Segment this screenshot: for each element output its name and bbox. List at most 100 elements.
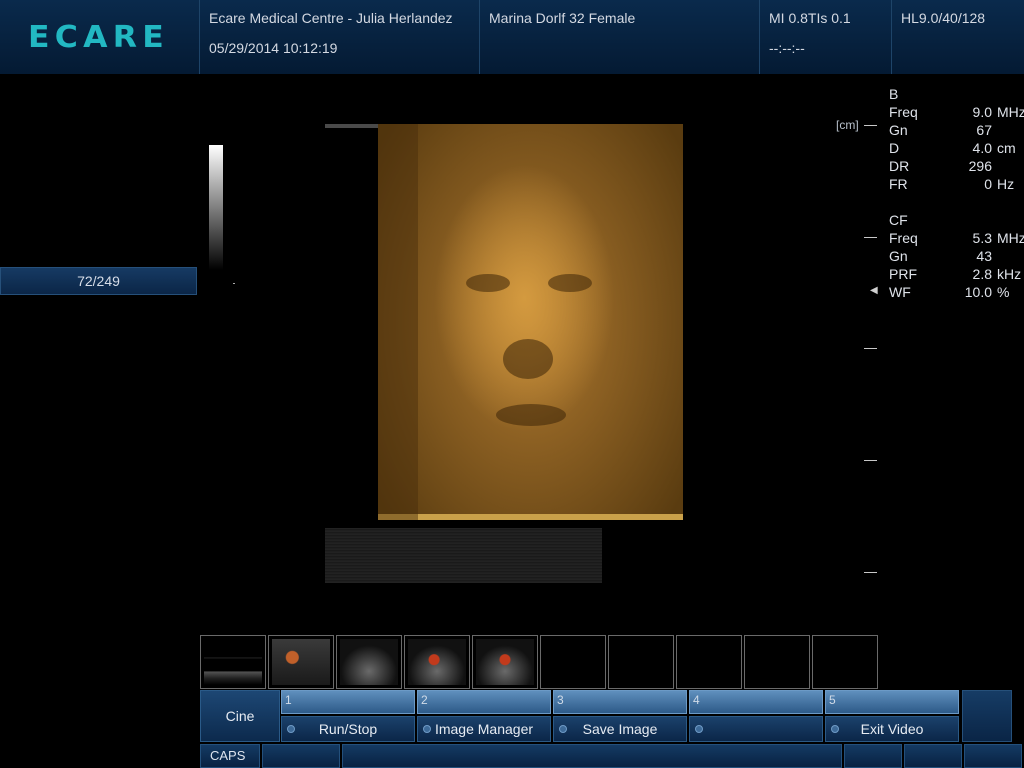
param-row: WF 10.0%	[889, 283, 1019, 301]
imaging-parameters: B Freq 9.0 MHz Gn 67 D 4.0 cm DR 296 FR 0 Hz CF …	[889, 85, 1024, 301]
softkey-empty[interactable]: 4	[689, 690, 825, 742]
knob-indicator-icon	[559, 725, 567, 733]
param-value: 4.0	[972, 140, 992, 156]
exit-video-button[interactable]: Exit Video	[825, 716, 959, 742]
param-row: Freq 9.0 MHz	[889, 103, 1024, 121]
thumbnail[interactable]	[404, 635, 470, 689]
status-cell	[844, 744, 902, 768]
param-key: Gn	[889, 248, 908, 264]
param-row: DR 296	[889, 157, 1019, 175]
param-value: 43	[976, 248, 992, 264]
param-spacer	[889, 193, 1019, 211]
depth-tick	[864, 572, 877, 573]
thumbnail-image	[204, 639, 262, 685]
softkey-exit-video[interactable]: 5 Exit Video	[825, 690, 961, 742]
softkey-number: 5	[825, 690, 959, 714]
softkey-page-button[interactable]	[962, 690, 1012, 742]
thumbnail[interactable]	[268, 635, 334, 689]
status-message-cell	[342, 744, 842, 768]
image-manager-button[interactable]: Image Manager	[417, 716, 551, 742]
empty-softkey-button[interactable]	[689, 716, 823, 742]
patient-info: Marina Dorlf 32 Female	[489, 10, 636, 26]
softkey-run-stop[interactable]: 1 Run/Stop	[281, 690, 417, 742]
param-row: D 4.0 cm	[889, 139, 1019, 157]
param-unit: cm	[997, 140, 1016, 156]
knob-indicator-icon	[423, 725, 431, 733]
probe-info: HL9.0/40/128	[901, 10, 986, 26]
thumbnail[interactable]	[472, 635, 538, 689]
param-value: 0	[984, 176, 992, 192]
thumbnail-empty[interactable]	[744, 635, 810, 689]
b-mode-label: B	[889, 86, 899, 102]
param-row: PRF 2.8 kHz	[889, 265, 1022, 283]
thumbnail-empty[interactable]	[540, 635, 606, 689]
softkey-number: 3	[553, 690, 687, 714]
render-shadow-eye-left	[466, 274, 510, 292]
param-key: FR	[889, 176, 908, 192]
render-shadow-nose	[503, 339, 553, 379]
caps-indicator: CAPS	[200, 744, 260, 768]
logo-cell: ECARE	[0, 0, 200, 74]
status-cell	[904, 744, 962, 768]
knob-indicator-icon	[695, 725, 703, 733]
softkey-number: 2	[417, 690, 551, 714]
thumbnail[interactable]	[200, 635, 266, 689]
cf-mode-title: CF	[889, 211, 1019, 229]
softkey-number: 4	[689, 690, 823, 714]
param-row: Gn 67	[889, 121, 1019, 139]
param-unit: %	[997, 284, 1010, 300]
mi-tis-readout: MI 0.8TIs 0.1	[769, 10, 851, 26]
triangle-left-icon: ◀	[870, 285, 878, 296]
thumbnail-empty[interactable]	[676, 635, 742, 689]
render-shadow-eye-right	[548, 274, 592, 292]
patient-cell: Marina Dorlf 32 Female	[480, 0, 760, 74]
probe-cell: HL9.0/40/128	[892, 0, 1024, 74]
knob-indicator-icon	[287, 725, 295, 733]
facility-cell: Ecare Medical Centre - Julia Herlandez 0…	[200, 0, 480, 74]
save-image-button[interactable]: Save Image	[553, 716, 687, 742]
thumbnail-image	[340, 639, 398, 685]
cf-mode-label: CF	[889, 212, 908, 228]
param-unit: MHz	[997, 104, 1024, 120]
depth-tick	[864, 237, 877, 238]
param-value: 2.8	[972, 266, 992, 282]
depth-unit-label: [cm]	[836, 118, 859, 132]
b-mode-title: B	[889, 85, 1019, 103]
run-stop-button[interactable]: Run/Stop	[281, 716, 415, 742]
facility-name: Ecare Medical Centre - Julia Herlandez	[209, 10, 453, 26]
param-unit: Hz	[997, 176, 1015, 192]
thumbnail-empty[interactable]	[608, 635, 674, 689]
param-key: Gn	[889, 122, 908, 138]
depth-tick	[864, 125, 877, 126]
exam-datetime: 05/29/2014 10:12:19	[209, 40, 338, 56]
cine-button[interactable]: Cine	[200, 690, 280, 742]
grayscale-tick	[233, 283, 235, 284]
frame-counter[interactable]: 72/249	[0, 267, 197, 295]
thumbnail-image	[476, 639, 534, 685]
param-key: Freq	[889, 230, 918, 246]
status-cell	[262, 744, 340, 768]
status-cell	[964, 744, 1022, 768]
doppler-strip	[325, 528, 602, 583]
param-value: 67	[976, 122, 992, 138]
param-key: PRF	[889, 266, 917, 282]
render-shadow-mouth	[496, 404, 566, 426]
softkey-image-manager[interactable]: 2 Image Manager	[417, 690, 553, 742]
knob-indicator-icon	[831, 725, 839, 733]
ecare-logo: ECARE	[28, 20, 170, 55]
grayscale-bar	[209, 145, 223, 270]
param-row: Gn 43	[889, 247, 1019, 265]
mi-cell: MI 0.8TIs 0.1 --:--:--	[760, 0, 892, 74]
thumbnail-image	[408, 639, 466, 685]
image-top-strip	[325, 124, 380, 128]
thumbnail-image	[272, 639, 330, 685]
ultrasound-3d-render[interactable]	[378, 124, 683, 520]
param-unit: kHz	[997, 266, 1022, 282]
depth-tick	[864, 460, 877, 461]
param-value: 296	[968, 158, 992, 174]
param-value: 5.3	[972, 230, 992, 246]
thumbnail[interactable]	[336, 635, 402, 689]
softkey-save-image[interactable]: 3 Save Image	[553, 690, 689, 742]
thumbnail-empty[interactable]	[812, 635, 878, 689]
param-key: DR	[889, 158, 910, 174]
